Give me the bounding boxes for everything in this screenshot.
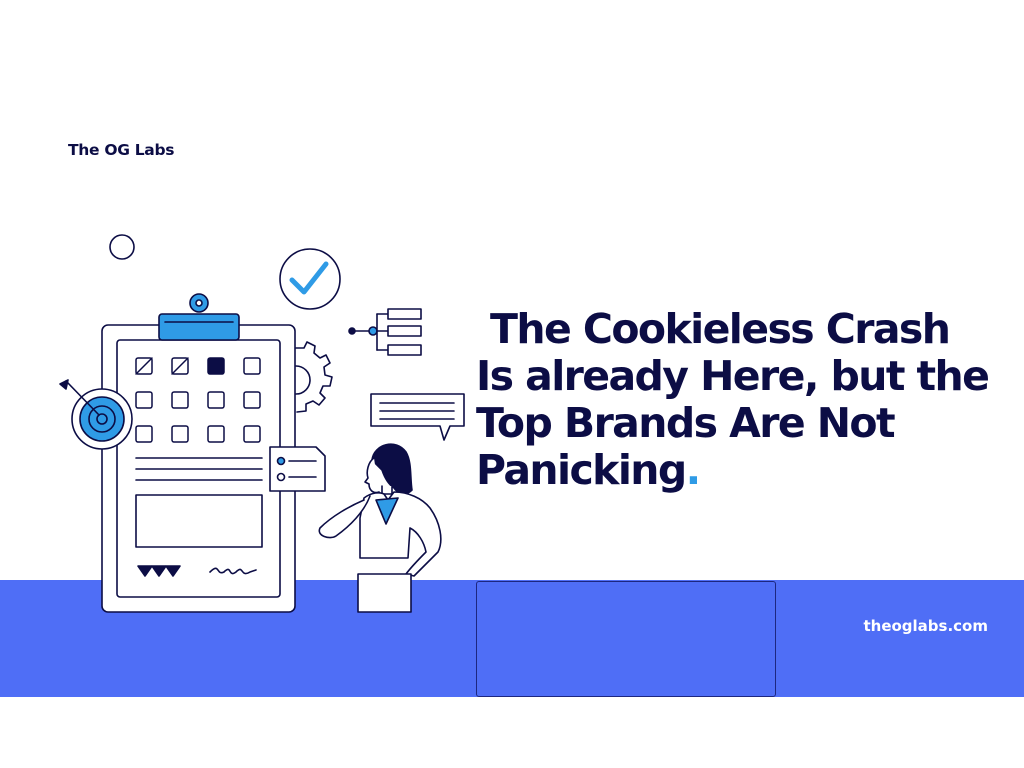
gear-icon bbox=[295, 341, 333, 413]
decorative-circle-icon bbox=[109, 234, 135, 260]
headline-line-4: Panicking. bbox=[476, 447, 1024, 494]
clipboard-icon bbox=[101, 293, 296, 613]
headline-line-1: The Cookieless Crash bbox=[490, 305, 951, 353]
headline-line-4-text: Panicking bbox=[476, 446, 687, 494]
headline-accent-dot: . bbox=[685, 446, 702, 494]
illustration bbox=[59, 234, 465, 613]
headline: The Cookieless Crash Is already Here, bu… bbox=[476, 306, 1024, 494]
headline-line-2: Is already Here, but the bbox=[476, 352, 990, 400]
headline-line-3: Top Brands Are Not bbox=[476, 399, 896, 447]
website-link[interactable]: theoglabs.com bbox=[863, 617, 988, 635]
checkmark-icon bbox=[279, 248, 341, 310]
band-panel bbox=[476, 581, 776, 697]
note-card-icon bbox=[269, 446, 326, 492]
woman-thinking-figure bbox=[318, 443, 442, 613]
chat-bubble-icon bbox=[370, 393, 465, 441]
flowchart-icon bbox=[348, 308, 422, 356]
